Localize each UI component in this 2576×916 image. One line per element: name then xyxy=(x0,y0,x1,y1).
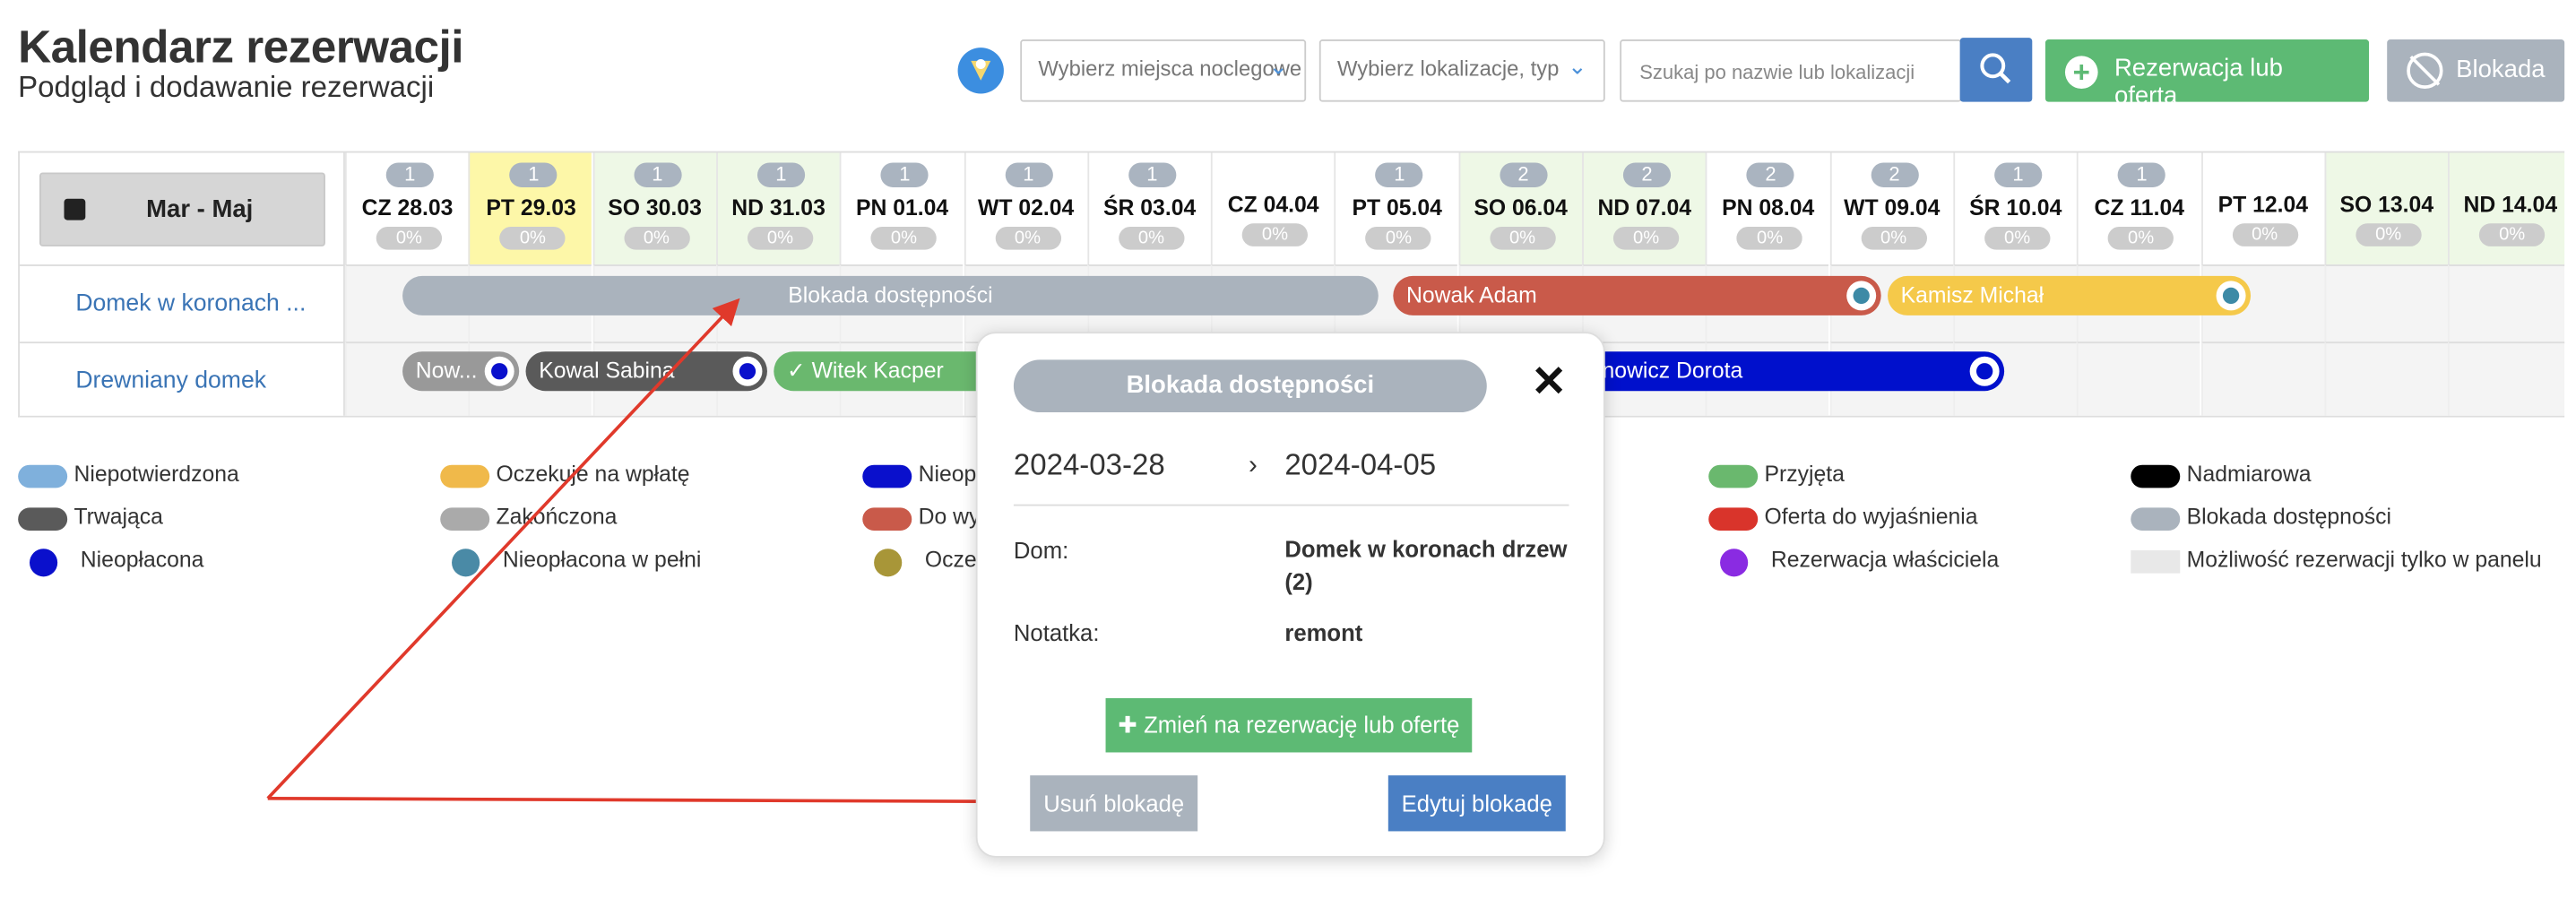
convert-button[interactable]: ✚ Zmień na rezerwację lub ofertę xyxy=(1105,697,1473,753)
remove-block-button[interactable]: Usuń blokadę xyxy=(1030,775,1198,832)
popup-dom-value: Domek w koronach drzew (2) xyxy=(1284,535,1568,595)
plus-icon: ✚ xyxy=(1118,711,1145,738)
popup-date-to: 2024-04-05 xyxy=(1284,448,1437,482)
convert-button-label: Zmień na rezerwację lub ofertę xyxy=(1144,711,1460,738)
popup-note-label: Notatka: xyxy=(1013,619,1100,646)
popup-note-value: remont xyxy=(1284,619,1363,646)
close-icon[interactable]: ✕ xyxy=(1531,357,1567,408)
edit-block-button[interactable]: Edytuj blokadę xyxy=(1387,775,1566,832)
annotation-arrow-to-remove xyxy=(267,788,1042,816)
annotation-arrow-to-block xyxy=(266,298,740,800)
chevron-right-icon: › xyxy=(1249,452,1258,480)
popup-title: Blokada dostępności xyxy=(1013,359,1487,413)
popup-date-from: 2024-03-28 xyxy=(1013,448,1165,482)
block-details-popup: Blokada dostępności ✕ 2024-03-28 › 2024-… xyxy=(975,332,1605,858)
popup-divider xyxy=(1013,504,1569,506)
popup-dom-label: Dom: xyxy=(1013,537,1069,564)
